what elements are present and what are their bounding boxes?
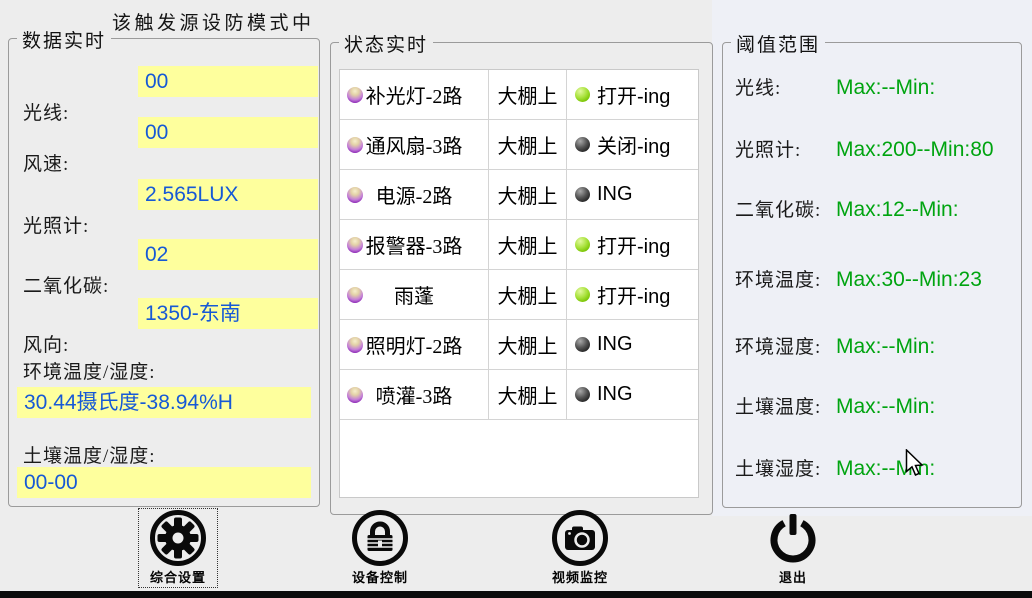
- threshold-row-env-hum: 环境湿度:Max:--Min:: [735, 332, 935, 359]
- threshold-value: Max:--Min:: [836, 335, 935, 359]
- device-status: ING: [597, 333, 633, 356]
- threshold-value: Max:--Min:: [836, 395, 935, 419]
- device-sphere-icon: [347, 87, 363, 103]
- greenhouse-monitor-window: 该触发源设防模式中 数据实时 光线: 00 风速: 00 光照计: 2.565L…: [0, 0, 1032, 598]
- device-location: 大棚上: [489, 170, 567, 219]
- mode-notice: 该触发源设防模式中: [112, 8, 315, 35]
- threshold-label: 环境温度:: [735, 265, 836, 292]
- field-label-lux-meter: 光照计:: [23, 211, 89, 238]
- mouse-cursor: [905, 449, 925, 477]
- status-panel-title: 状态实时: [339, 30, 433, 57]
- threshold-label: 光照计:: [735, 135, 836, 162]
- device-control-button-label: 设备控制: [352, 567, 408, 586]
- device-sphere-icon: [347, 337, 363, 353]
- settings-button[interactable]: 综合设置: [139, 509, 217, 587]
- device-location: 大棚上: [489, 220, 567, 269]
- device-location: 大棚上: [489, 370, 567, 419]
- threshold-label: 光线:: [735, 73, 836, 100]
- video-monitor-button[interactable]: 视频监控: [541, 509, 619, 587]
- status-led-icon: [575, 87, 590, 102]
- device-status: 打开-ing: [597, 80, 670, 109]
- device-sphere-icon: [347, 387, 363, 403]
- device-sphere-icon: [347, 137, 363, 153]
- table-row[interactable]: 雨蓬 大棚上 打开-ing: [340, 270, 698, 320]
- device-location: 大棚上: [489, 270, 567, 319]
- device-control-button[interactable]: 设备控制: [341, 509, 419, 587]
- lock-icon: [351, 509, 409, 567]
- threshold-row-env-temp: 环境温度:Max:30--Min:23: [735, 265, 982, 292]
- threshold-row-light: 光线:Max:--Min:: [735, 73, 935, 100]
- field-label-soil-temp-hum: 土壤温度/湿度:: [23, 441, 156, 468]
- status-led-icon: [575, 287, 590, 302]
- table-row[interactable]: 电源-2路 大棚上 ING: [340, 170, 698, 220]
- device-location: 大棚上: [489, 120, 567, 169]
- threshold-value: Max:200--Min:80: [836, 138, 994, 162]
- threshold-panel: 阈值范围 光线:Max:--Min: 光照计:Max:200--Min:80 二…: [722, 42, 1022, 508]
- status-led-icon: [575, 337, 590, 352]
- data-panel-title: 数据实时: [17, 26, 111, 53]
- device-location: 大棚上: [489, 70, 567, 119]
- field-value-wind-speed: 00: [138, 117, 318, 148]
- status-panel: 状态实时 补光灯-2路 大棚上 打开-ing 通风扇-3路 大棚上 关闭-ing…: [330, 42, 713, 515]
- device-status: ING: [597, 183, 633, 206]
- threshold-value: Max:30--Min:23: [836, 268, 982, 292]
- threshold-row-lux: 光照计:Max:200--Min:80: [735, 135, 994, 162]
- power-icon: [764, 509, 822, 567]
- field-value-light: 00: [138, 66, 318, 97]
- table-row[interactable]: 补光灯-2路 大棚上 打开-ing: [340, 70, 698, 120]
- data-panel: 数据实时 光线: 00 风速: 00 光照计: 2.565LUX 二氧化碳: 0…: [8, 38, 320, 507]
- device-status: 打开-ing: [597, 280, 670, 309]
- device-status-table: 补光灯-2路 大棚上 打开-ing 通风扇-3路 大棚上 关闭-ing 电源-2…: [339, 69, 699, 498]
- threshold-row-co2: 二氧化碳:Max:12--Min:: [735, 195, 959, 222]
- device-name: 通风扇-3路: [366, 130, 463, 159]
- field-label-env-temp-hum: 环境温度/湿度:: [23, 357, 156, 384]
- bottom-edge-bar: [0, 591, 1032, 598]
- field-label-wind-speed: 风速:: [23, 149, 69, 176]
- status-led-icon: [575, 387, 590, 402]
- table-row[interactable]: 报警器-3路 大棚上 打开-ing: [340, 220, 698, 270]
- device-status: ING: [597, 383, 633, 406]
- field-value-co2: 02: [138, 239, 318, 270]
- threshold-panel-title: 阈值范围: [731, 30, 825, 57]
- gear-icon: [149, 509, 207, 567]
- device-location: 大棚上: [489, 320, 567, 369]
- field-value-soil-temp-hum: 00-00: [17, 467, 311, 498]
- exit-button-label: 退出: [779, 567, 807, 586]
- field-value-wind-dir: 1350-东南: [138, 298, 318, 329]
- device-status: 关闭-ing: [597, 130, 670, 159]
- table-row[interactable]: 照明灯-2路 大棚上 ING: [340, 320, 698, 370]
- table-row[interactable]: 通风扇-3路 大棚上 关闭-ing: [340, 120, 698, 170]
- device-name: 照明灯-2路: [366, 330, 463, 359]
- device-name: 电源-2路: [376, 180, 453, 209]
- threshold-label: 环境湿度:: [735, 332, 836, 359]
- threshold-row-soil-temp: 土壤温度:Max:--Min:: [735, 392, 935, 419]
- device-status: 打开-ing: [597, 230, 670, 259]
- device-sphere-icon: [347, 187, 363, 203]
- status-led-icon: [575, 187, 590, 202]
- exit-button[interactable]: 退出: [754, 509, 832, 587]
- device-name: 喷灌-3路: [376, 380, 453, 409]
- device-sphere-icon: [347, 237, 363, 253]
- device-name: 补光灯-2路: [366, 80, 463, 109]
- field-label-light: 光线:: [23, 98, 69, 125]
- field-value-env-temp-hum: 30.44摄氏度-38.94%H: [17, 387, 311, 418]
- threshold-label: 土壤湿度:: [735, 454, 836, 481]
- status-led-icon: [575, 237, 590, 252]
- field-label-co2: 二氧化碳:: [23, 271, 109, 298]
- video-monitor-button-label: 视频监控: [552, 567, 608, 586]
- device-sphere-icon: [347, 287, 363, 303]
- camera-icon: [551, 509, 609, 567]
- device-name: 报警器-3路: [366, 230, 463, 259]
- settings-button-label: 综合设置: [150, 567, 206, 586]
- field-value-lux-meter: 2.565LUX: [138, 179, 318, 210]
- field-label-wind-dir: 风向:: [23, 330, 69, 357]
- table-row[interactable]: 喷灌-3路 大棚上 ING: [340, 370, 698, 420]
- device-name: 雨蓬: [394, 280, 434, 309]
- threshold-value: Max:12--Min:: [836, 198, 959, 222]
- threshold-label: 二氧化碳:: [735, 195, 836, 222]
- threshold-label: 土壤温度:: [735, 392, 836, 419]
- status-led-icon: [575, 137, 590, 152]
- threshold-value: Max:--Min:: [836, 76, 935, 100]
